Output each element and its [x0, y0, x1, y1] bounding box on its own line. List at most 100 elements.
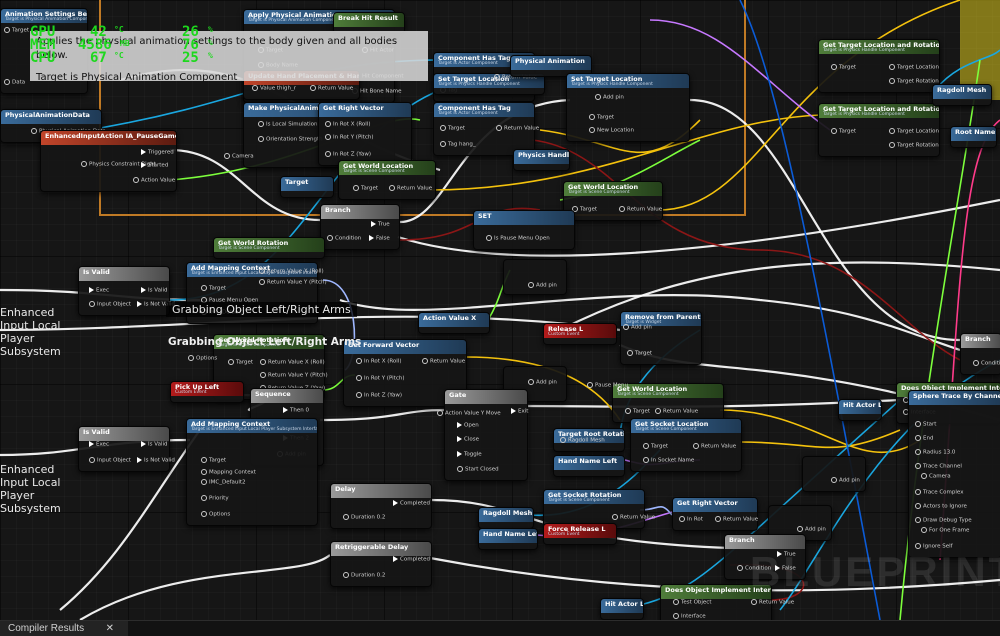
- node-header[interactable]: EnhancedInputAction IA_PauseGame: [41, 131, 176, 145]
- node-header[interactable]: Break Hit Result: [334, 13, 404, 27]
- pin-icon[interactable]: [258, 136, 264, 142]
- data-pin[interactable]: In Rot Y (Pitch): [325, 134, 374, 141]
- data-pin[interactable]: Duration 0.2: [343, 514, 385, 521]
- node-header[interactable]: Retriggerable Delay: [331, 542, 431, 556]
- data-pin[interactable]: Is Pause Menu Open: [486, 235, 550, 242]
- pin-icon[interactable]: [4, 79, 10, 85]
- node-header[interactable]: Release L Custom Event: [544, 324, 616, 338]
- node-header[interactable]: Branch: [725, 535, 805, 549]
- data-pin[interactable]: Return Value Y (Pitch): [259, 279, 327, 286]
- node-target-root-rotation[interactable]: Target Root RotationRagdoll Mesh: [553, 428, 625, 452]
- pin-icon[interactable]: [496, 125, 502, 131]
- pin-icon[interactable]: [228, 359, 234, 365]
- pin-icon[interactable]: [440, 125, 446, 131]
- data-pin[interactable]: Options: [188, 355, 217, 362]
- node-get-target-location-2[interactable]: Get Target Location and Rotation Target i…: [818, 103, 940, 157]
- node-is-valid-1[interactable]: Is Valid Exec Input Object Is Valid Is Not V…: [78, 266, 175, 316]
- exec-pin[interactable]: Completed: [393, 500, 430, 507]
- pin-icon[interactable]: [201, 469, 207, 475]
- pin-icon[interactable]: [915, 517, 921, 523]
- data-pin[interactable]: Return Value: [715, 516, 758, 523]
- node-get-world-location-1[interactable]: Get World Location Target is Scene Compon…: [338, 160, 436, 200]
- data-pin[interactable]: Target: [440, 125, 465, 132]
- node-header[interactable]: Delay: [331, 484, 431, 498]
- node-header[interactable]: Get World Rotation Target is Scene Compon…: [214, 238, 324, 252]
- node-header[interactable]: Animation Settings BelowTarget is Physic…: [1, 9, 87, 23]
- node-sphere-trace[interactable]: Sphere Trace By Channel Start End Radius 13…: [908, 390, 1000, 558]
- node-branch-3[interactable]: Branch Condition: [960, 333, 1000, 375]
- data-pin[interactable]: Return Value: [389, 185, 432, 192]
- node-header[interactable]: Is Valid: [79, 267, 169, 281]
- exec-pin-icon[interactable]: [283, 407, 288, 413]
- node-header[interactable]: Hand Name Left: [554, 456, 624, 470]
- pin-icon[interactable]: [81, 161, 87, 167]
- exec-pin-icon[interactable]: [511, 408, 516, 414]
- pin-icon[interactable]: [356, 358, 362, 364]
- exec-pin[interactable]: Exec: [89, 441, 109, 448]
- data-pin[interactable]: Draw Debug Type: [915, 517, 972, 524]
- pin-icon[interactable]: [587, 382, 593, 388]
- node-header[interactable]: Gate: [445, 390, 527, 404]
- node-hand-name-left-2[interactable]: Hand Name Left: [478, 528, 538, 550]
- pin-icon[interactable]: [327, 235, 333, 241]
- node-hit-actor-left-1[interactable]: Hit Actor Left: [600, 598, 644, 620]
- data-pin[interactable]: Return Value: [619, 206, 662, 213]
- node-add-pin-1[interactable]: Add pin: [503, 259, 567, 295]
- node-set-target-location-2[interactable]: Set Target Location Target is Physics Han…: [566, 73, 690, 142]
- pin-icon[interactable]: [831, 128, 837, 134]
- data-pin[interactable]: Orientation Strength: [258, 136, 323, 143]
- node-get-right-vector-2[interactable]: Get Right Vector In Rot Return Value: [672, 497, 758, 531]
- comment-grab-left[interactable]: Grabbing Object Left/Right Arms: [166, 302, 357, 317]
- data-pin[interactable]: In Rot Y (Pitch): [356, 375, 405, 382]
- data-pin[interactable]: Start: [915, 421, 936, 428]
- pin-icon[interactable]: [655, 408, 661, 414]
- exec-pin-icon[interactable]: [141, 162, 146, 168]
- data-pin[interactable]: Duration 0.2: [343, 572, 385, 579]
- exec-pin[interactable]: Started: [141, 162, 168, 169]
- data-pin[interactable]: Return Value: [422, 358, 465, 365]
- exec-pin[interactable]: False: [369, 235, 390, 242]
- node-header[interactable]: Get Socket Rotation Target is Scene Compo…: [544, 490, 644, 504]
- node-header[interactable]: Root Name: [951, 127, 996, 141]
- pin-icon[interactable]: [188, 355, 194, 361]
- data-pin[interactable]: Target: [831, 64, 856, 71]
- node-add-pin-3[interactable]: Add pin: [802, 456, 866, 492]
- data-pin[interactable]: Trace Channel: [915, 463, 962, 470]
- data-pin[interactable]: Condition: [327, 235, 361, 242]
- pin-icon[interactable]: [259, 279, 265, 285]
- data-pin[interactable]: Options: [201, 511, 230, 518]
- exec-pin-icon[interactable]: [457, 436, 462, 442]
- pin-icon[interactable]: [31, 128, 37, 134]
- pin-icon[interactable]: [915, 503, 921, 509]
- data-pin[interactable]: Interface: [673, 613, 706, 620]
- node-root-name[interactable]: Root Name: [950, 126, 997, 148]
- data-pin[interactable]: In Rot Z (Yaw): [356, 392, 402, 399]
- exec-pin[interactable]: Triggered: [141, 149, 174, 156]
- pin-icon[interactable]: [921, 527, 927, 533]
- data-pin[interactable]: Ragdoll Mesh: [560, 437, 605, 444]
- node-physics-handle-r[interactable]: Physics Handle R: [513, 149, 570, 171]
- blueprint-graph-canvas[interactable]: Animation Settings BelowTarget is Physic…: [0, 0, 1000, 620]
- node-gate[interactable]: Gate Action Value Y Move Open Close Toggle St…: [437, 389, 528, 481]
- data-pin[interactable]: Camera: [921, 473, 951, 480]
- data-pin[interactable]: In Socket Name: [643, 457, 694, 464]
- pin-icon[interactable]: [751, 599, 757, 605]
- data-pin[interactable]: Target: [201, 457, 226, 464]
- node-action-value-x[interactable]: Action Value X: [418, 312, 490, 334]
- data-pin[interactable]: In Rot X (Roll): [356, 358, 402, 365]
- data-pin[interactable]: Pause Menu: [587, 382, 628, 389]
- exec-pin[interactable]: Then 0: [283, 407, 309, 414]
- exec-pin[interactable]: Is Not Valid: [137, 457, 175, 464]
- pin-icon[interactable]: [252, 85, 258, 91]
- pin-icon[interactable]: [693, 443, 699, 449]
- data-pin[interactable]: In Rot X (Roll): [325, 121, 371, 128]
- node-header[interactable]: Sequence: [251, 389, 323, 403]
- data-pin[interactable]: Value thigh_r: [252, 85, 296, 92]
- node-hand-name-left-1[interactable]: Hand Name Left: [553, 455, 625, 477]
- data-pin[interactable]: Add pin: [831, 477, 860, 484]
- pin-icon[interactable]: [528, 379, 534, 385]
- node-header[interactable]: Set Target Location Target is Physics Han…: [567, 74, 689, 88]
- pin-icon[interactable]: [486, 235, 492, 241]
- node-header[interactable]: Ragdoll Mesh: [479, 508, 533, 522]
- pin-icon[interactable]: [389, 185, 395, 191]
